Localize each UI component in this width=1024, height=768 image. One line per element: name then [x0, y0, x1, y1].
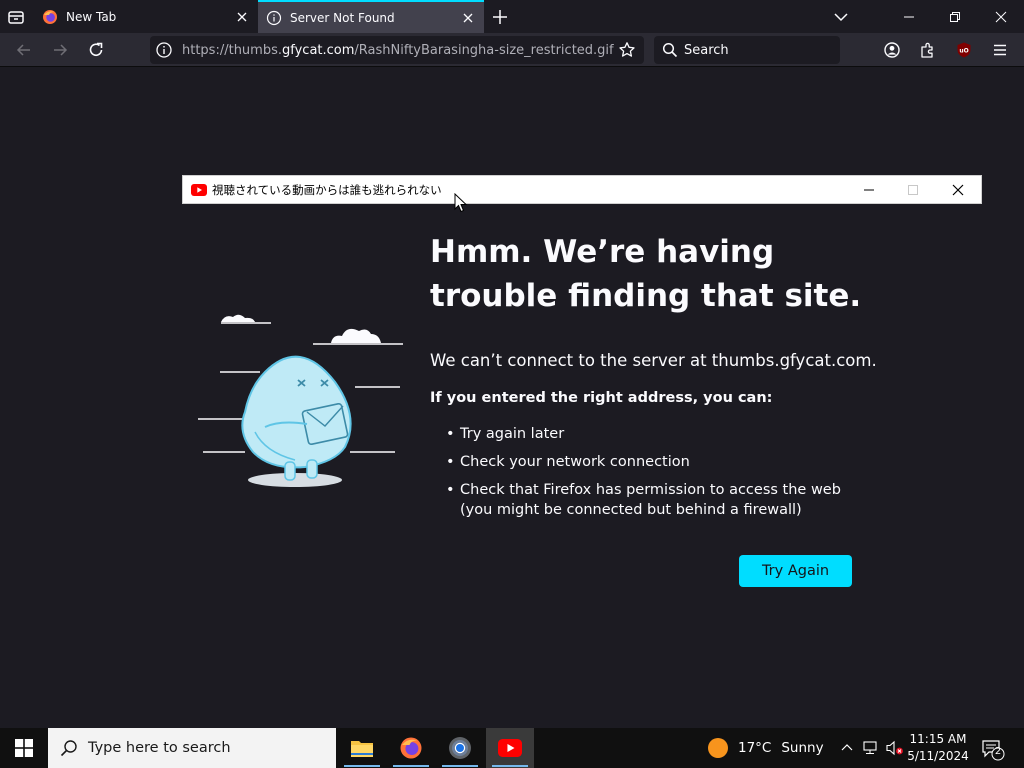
tab-server-not-found[interactable]: Server Not Found [258, 0, 484, 33]
taskbar-search-input[interactable]: Type here to search [48, 728, 336, 768]
tab-new-tab[interactable]: New Tab [34, 0, 258, 33]
navigation-toolbar: https://thumbs. gfycat.com/RashNiftyBaras… [0, 33, 1024, 67]
notification-center-button[interactable]: 2 [980, 736, 1006, 762]
url-path: /RashNiftyBarasingha-size_restricted.gif [354, 42, 614, 58]
reload-button[interactable] [85, 39, 107, 61]
close-icon [952, 184, 964, 196]
volume-tray-button[interactable] [884, 728, 906, 768]
svg-text:uO: uO [959, 48, 968, 55]
search-icon [60, 740, 77, 757]
firefox-icon [400, 737, 422, 759]
info-icon [266, 10, 282, 25]
close-window-button[interactable] [978, 0, 1024, 33]
taskbar-firefox[interactable] [387, 728, 435, 768]
close-icon [995, 11, 1007, 22]
taskbar-youtube[interactable] [486, 728, 534, 768]
chevron-down-icon[interactable] [832, 8, 850, 26]
overlay-minimize-button[interactable] [860, 181, 878, 199]
clock-time: 11:15 AM [909, 732, 967, 746]
taskbar-clock[interactable]: 11:15 AM 5/11/2024 [905, 731, 971, 765]
taskbar-search-placeholder: Type here to search [88, 740, 231, 756]
firefox-view-icon [8, 11, 24, 24]
firefox-view-button[interactable] [4, 5, 28, 29]
error-intro: We can’t connect to the server at thumbs… [430, 351, 877, 370]
site-info-icon[interactable] [155, 41, 173, 59]
windows-taskbar: Type here to search 17°C Sunny 11:15 AM … [0, 728, 1024, 768]
ublock-origin-icon: uO [957, 42, 971, 58]
list-item: Try again later [444, 424, 864, 444]
forward-button[interactable] [49, 39, 71, 61]
tab-strip: New Tab Server Not Found [0, 0, 1024, 33]
hamburger-menu-icon [994, 44, 1006, 56]
sunny-icon [708, 738, 728, 758]
minimize-icon [904, 16, 914, 17]
tab-title: New Tab [66, 9, 117, 24]
mouse-cursor-icon [454, 193, 468, 213]
show-hidden-icons-button[interactable] [838, 728, 856, 768]
ublock-origin-button[interactable]: uO [954, 40, 974, 60]
weather-temperature: 17°C [738, 740, 772, 756]
suggestion-list: Try again later Check your network conne… [444, 424, 864, 528]
error-title: Hmm. We’re having trouble finding that s… [430, 234, 862, 314]
maximize-icon [908, 185, 918, 195]
chevron-up-icon [841, 744, 853, 751]
windows-logo-icon [15, 739, 33, 757]
tab-title: Server Not Found [290, 10, 395, 25]
taskbar-file-explorer[interactable] [338, 728, 386, 768]
extensions-button[interactable] [918, 40, 938, 60]
address-bar[interactable]: https://thumbs. gfycat.com/RashNiftyBaras… [150, 36, 644, 64]
try-again-button[interactable]: Try Again [739, 555, 852, 587]
restore-icon [950, 11, 960, 22]
search-input[interactable]: Search [654, 36, 840, 64]
list-item: Check your network connection [444, 452, 864, 472]
overlay-close-button[interactable] [949, 181, 967, 199]
notification-count: 2 [994, 746, 1002, 757]
weather-description: Sunny [781, 740, 824, 756]
restore-button[interactable] [932, 0, 978, 33]
volume-muted-icon [886, 740, 903, 756]
arrow-right-icon [54, 44, 68, 56]
error-subheading: If you entered the right address, you ca… [430, 390, 773, 406]
list-item: Check that Firefox has permission to acc… [444, 480, 864, 520]
menu-button[interactable] [990, 40, 1010, 60]
puzzle-icon [921, 42, 933, 58]
search-icon [662, 42, 678, 58]
plus-icon[interactable] [490, 7, 510, 27]
start-button[interactable] [0, 728, 48, 768]
network-icon [863, 741, 877, 754]
arrow-left-icon [16, 44, 30, 56]
reload-icon [89, 42, 103, 56]
firefox-icon [43, 9, 57, 24]
search-placeholder: Search [684, 42, 729, 58]
weather-widget[interactable]: 17°C Sunny [708, 728, 824, 768]
overlay-maximize-button[interactable] [904, 181, 922, 199]
overlay-window-title: 視聴されている動画からは誰も逃れられない [212, 183, 442, 197]
bookmark-star-icon[interactable] [618, 41, 636, 59]
account-button[interactable] [882, 40, 902, 60]
file-explorer-icon [351, 741, 373, 757]
back-button[interactable] [13, 39, 35, 61]
youtube-mini-window-titlebar[interactable]: 視聴されている動画からは誰も逃れられない [182, 175, 982, 204]
close-icon[interactable] [234, 9, 250, 25]
minimize-icon [864, 189, 874, 191]
account-icon [884, 42, 900, 58]
chrome-icon [449, 737, 471, 759]
url-prefix: https://thumbs. [182, 42, 282, 58]
minimize-button[interactable] [886, 0, 932, 33]
network-tray-button[interactable] [860, 728, 882, 768]
url-host: gfycat.com [282, 42, 355, 58]
clock-date: 5/11/2024 [907, 749, 969, 763]
taskbar-chrome[interactable] [436, 728, 484, 768]
youtube-icon [498, 739, 522, 757]
error-page: Hmm. We’re having trouble finding that s… [0, 67, 1024, 728]
network-error-illustration [198, 314, 403, 487]
close-icon[interactable] [460, 10, 476, 26]
youtube-icon [191, 184, 207, 196]
